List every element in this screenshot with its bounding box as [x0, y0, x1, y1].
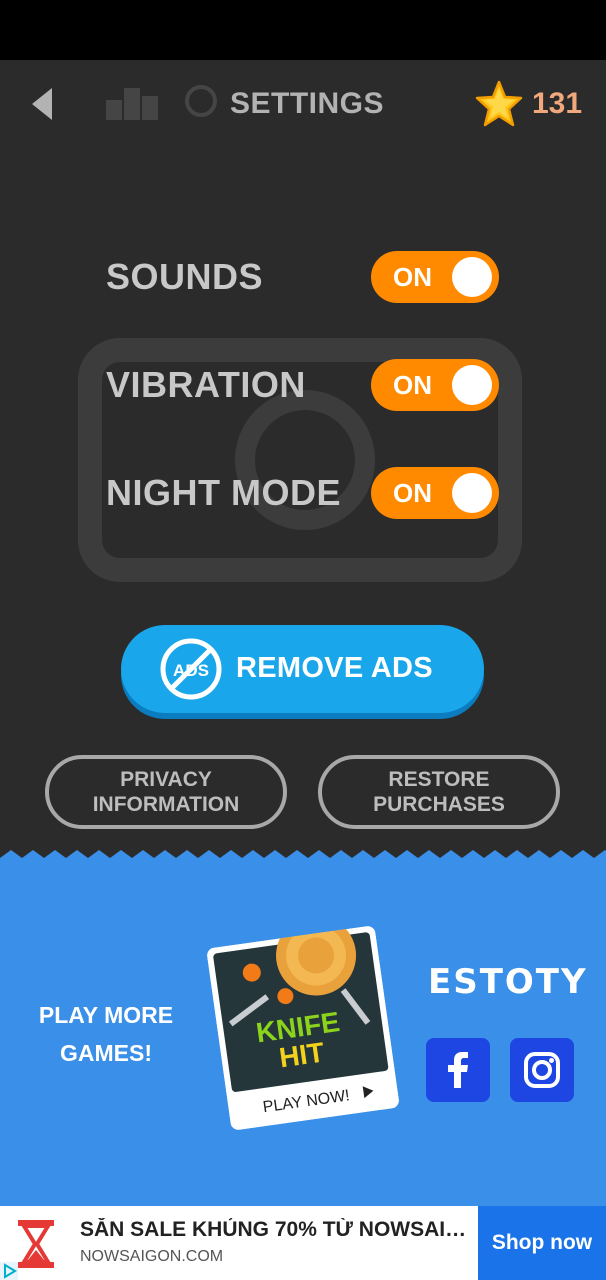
- facebook-icon: [448, 1052, 468, 1088]
- privacy-line1: PRIVACY: [120, 768, 212, 791]
- privacy-information-button[interactable]: PRIVACY INFORMATION: [45, 755, 287, 829]
- ad-banner[interactable]: SĂN SALE KHỦNG 70% TỪ NOWSAIGON.COM NOWS…: [0, 1206, 606, 1280]
- toggle-knob: [452, 257, 492, 297]
- watermark-logo: [78, 338, 522, 582]
- shop-now-button[interactable]: Shop now: [478, 1206, 606, 1280]
- privacy-line2: INFORMATION: [92, 793, 240, 816]
- play-more-line2: GAMES!: [60, 1040, 152, 1066]
- toggle-state: ON: [393, 370, 432, 400]
- play-more-games-text: PLAY MORE GAMES!: [22, 996, 190, 1072]
- vibration-label: VIBRATION: [106, 364, 306, 405]
- estoty-logo: ESTOTY: [428, 962, 588, 1002]
- ad-choices-icon[interactable]: [0, 1262, 18, 1280]
- sounds-label: SOUNDS: [106, 256, 264, 297]
- ad-hourglass-icon: [18, 1220, 54, 1268]
- ad-url: NOWSAIGON.COM: [80, 1248, 224, 1265]
- restore-line1: RESTORE: [388, 768, 490, 791]
- restore-purchases-button[interactable]: RESTORE PURCHASES: [318, 755, 560, 829]
- toggle-state: ON: [393, 478, 432, 508]
- star-icon: [475, 80, 523, 127]
- night-mode-label: NIGHT MODE: [106, 472, 341, 513]
- info-icon[interactable]: [184, 84, 218, 118]
- toggle-knob: [452, 365, 492, 405]
- vibration-toggle[interactable]: ON: [371, 359, 499, 411]
- page-title: SETTINGS: [230, 87, 385, 120]
- toggle-knob: [452, 473, 492, 513]
- back-arrow-icon[interactable]: [28, 84, 68, 124]
- play-more-line1: PLAY MORE: [38, 1002, 174, 1028]
- sounds-toggle[interactable]: ON: [371, 251, 499, 303]
- knife-hit-title-line2: HIT: [277, 1036, 326, 1073]
- status-bar: [0, 0, 606, 60]
- facebook-button[interactable]: [426, 1038, 490, 1102]
- settings-screen: SETTINGS 131 SOUNDS ON VIBRATION ON NIGH…: [0, 60, 606, 870]
- remove-ads-label: REMOVE ADS: [236, 652, 433, 684]
- promo-area: PLAY MORE GAMES! KNIFE HIT PLAY NOW! EST…: [0, 866, 606, 1206]
- knife-hit-promo-card[interactable]: KNIFE HIT PLAY NOW!: [206, 925, 400, 1131]
- restore-line2: PURCHASES: [373, 793, 505, 816]
- no-ads-icon: ADS: [160, 638, 222, 700]
- ad-headline: SĂN SALE KHỦNG 70% TỪ NOWSAIGON.COM: [80, 1218, 470, 1241]
- coin-count: 131: [532, 87, 583, 120]
- remove-ads-button[interactable]: ADS REMOVE ADS: [121, 625, 484, 713]
- instagram-button[interactable]: [510, 1038, 574, 1102]
- leaderboard-icon[interactable]: [104, 84, 160, 120]
- toggle-state: ON: [393, 262, 432, 292]
- instagram-icon: [524, 1052, 560, 1088]
- night-mode-toggle[interactable]: ON: [371, 467, 499, 519]
